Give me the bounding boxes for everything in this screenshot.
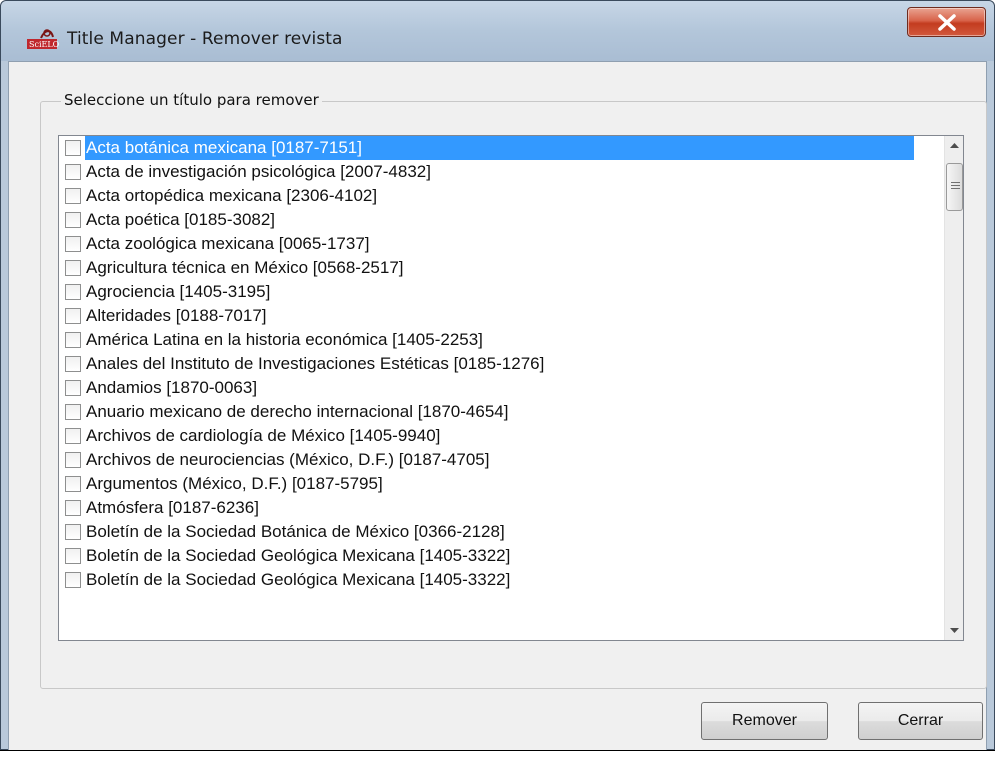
list-item[interactable]: Archivos de cardiología de México [1405-… xyxy=(59,424,944,448)
window-title: Title Manager - Remover revista xyxy=(67,29,343,49)
list-item[interactable]: Atmósfera [0187-6236] xyxy=(59,496,944,520)
list-item[interactable]: Acta zoológica mexicana [0065-1737] xyxy=(59,232,944,256)
arrow-up-icon xyxy=(950,143,959,148)
list-item[interactable]: Boletín de la Sociedad Botánica de Méxic… xyxy=(59,520,944,544)
item-checkbox[interactable] xyxy=(65,356,81,372)
dialog-client-area: Seleccione un título para remover Acta b… xyxy=(8,61,987,751)
item-checkbox[interactable] xyxy=(65,548,81,564)
svg-text:SciELO: SciELO xyxy=(29,40,60,49)
list-item[interactable]: Acta poética [0185-3082] xyxy=(59,208,944,232)
list-item[interactable]: Boletín de la Sociedad Geológica Mexican… xyxy=(59,568,944,592)
item-label: Acta botánica mexicana [0187-7151] xyxy=(85,136,914,160)
item-label: Anales del Instituto de Investigaciones … xyxy=(86,354,545,373)
item-checkbox[interactable] xyxy=(65,452,81,468)
item-checkbox[interactable] xyxy=(65,284,81,300)
item-label: Acta ortopédica mexicana [2306-4102] xyxy=(86,186,378,205)
item-label: Acta de investigación psicológica [2007-… xyxy=(86,162,431,181)
item-checkbox[interactable] xyxy=(65,476,81,492)
list-item[interactable]: Anales del Instituto de Investigaciones … xyxy=(59,352,944,376)
list-item[interactable]: Agricultura técnica en México [0568-2517… xyxy=(59,256,944,280)
list-item[interactable]: América Latina en la historia económica … xyxy=(59,328,944,352)
dialog-window: SciELO Title Manager - Remover revista S… xyxy=(0,0,995,751)
item-label: Agrociencia [1405-3195] xyxy=(86,282,271,301)
item-checkbox[interactable] xyxy=(65,500,81,516)
group-legend: Seleccione un título para remover xyxy=(61,91,322,109)
item-label: Agricultura técnica en México [0568-2517… xyxy=(86,258,404,277)
scroll-thumb[interactable] xyxy=(946,163,963,211)
item-label: Boletín de la Sociedad Geológica Mexican… xyxy=(86,546,511,565)
item-label: Archivos de neurociencias (México, D.F.)… xyxy=(86,450,490,469)
item-checkbox[interactable] xyxy=(65,524,81,540)
title-bar[interactable]: SciELO Title Manager - Remover revista xyxy=(1,1,994,61)
item-label: América Latina en la historia económica … xyxy=(86,330,483,349)
list-item[interactable]: Boletín de la Sociedad Geológica Mexican… xyxy=(59,544,944,568)
list-item[interactable]: Agrociencia [1405-3195] xyxy=(59,280,944,304)
item-checkbox[interactable] xyxy=(65,404,81,420)
close-button[interactable]: Cerrar xyxy=(858,702,983,740)
scroll-down-button[interactable] xyxy=(945,621,963,640)
arrow-down-icon xyxy=(950,628,959,633)
item-checkbox[interactable] xyxy=(65,212,81,228)
item-checkbox[interactable] xyxy=(65,572,81,588)
list-item[interactable]: Acta botánica mexicana [0187-7151] xyxy=(59,136,944,160)
title-selection-group: Seleccione un título para remover Acta b… xyxy=(40,91,987,689)
list-item[interactable]: Archivos de neurociencias (México, D.F.)… xyxy=(59,448,944,472)
close-window-button[interactable] xyxy=(907,7,986,37)
list-items: Acta botánica mexicana [0187-7151] Acta d… xyxy=(59,136,944,640)
bottom-strip xyxy=(0,750,995,761)
item-label: Acta zoológica mexicana [0065-1737] xyxy=(86,234,370,253)
list-item[interactable]: Andamios [1870-0063] xyxy=(59,376,944,400)
list-item[interactable]: Anuario mexicano de derecho internaciona… xyxy=(59,400,944,424)
item-checkbox[interactable] xyxy=(65,260,81,276)
item-label: Boletín de la Sociedad Geológica Mexican… xyxy=(86,570,511,589)
item-label: Boletín de la Sociedad Botánica de Méxic… xyxy=(86,522,505,541)
item-checkbox[interactable] xyxy=(65,332,81,348)
item-checkbox[interactable] xyxy=(65,164,81,180)
item-label: Alteridades [0188-7017] xyxy=(86,306,267,325)
list-item[interactable]: Argumentos (México, D.F.) [0187-5795] xyxy=(59,472,944,496)
item-checkbox[interactable] xyxy=(65,188,81,204)
item-checkbox[interactable] xyxy=(65,236,81,252)
item-label: Archivos de cardiología de México [1405-… xyxy=(86,426,441,445)
item-checkbox[interactable] xyxy=(65,380,81,396)
item-label: Atmósfera [0187-6236] xyxy=(86,498,259,517)
vertical-scrollbar[interactable] xyxy=(944,136,963,640)
remove-button[interactable]: Remover xyxy=(701,702,828,740)
close-icon xyxy=(938,14,956,31)
journal-checklist[interactable]: Acta botánica mexicana [0187-7151] Acta d… xyxy=(58,135,964,641)
grip-icon xyxy=(951,182,960,189)
item-checkbox[interactable] xyxy=(65,428,81,444)
item-checkbox[interactable] xyxy=(65,308,81,324)
item-label: Acta poética [0185-3082] xyxy=(86,210,276,229)
item-label: Anuario mexicano de derecho internaciona… xyxy=(86,402,509,421)
item-checkbox[interactable] xyxy=(65,140,81,156)
list-item[interactable]: Acta ortopédica mexicana [2306-4102] xyxy=(59,184,944,208)
scielo-logo-icon: SciELO xyxy=(27,27,61,53)
list-item[interactable]: Alteridades [0188-7017] xyxy=(59,304,944,328)
scroll-up-button[interactable] xyxy=(945,136,963,155)
item-label: Argumentos (México, D.F.) [0187-5795] xyxy=(86,474,383,493)
item-label: Andamios [1870-0063] xyxy=(86,378,258,397)
list-item[interactable]: Acta de investigación psicológica [2007-… xyxy=(59,160,944,184)
